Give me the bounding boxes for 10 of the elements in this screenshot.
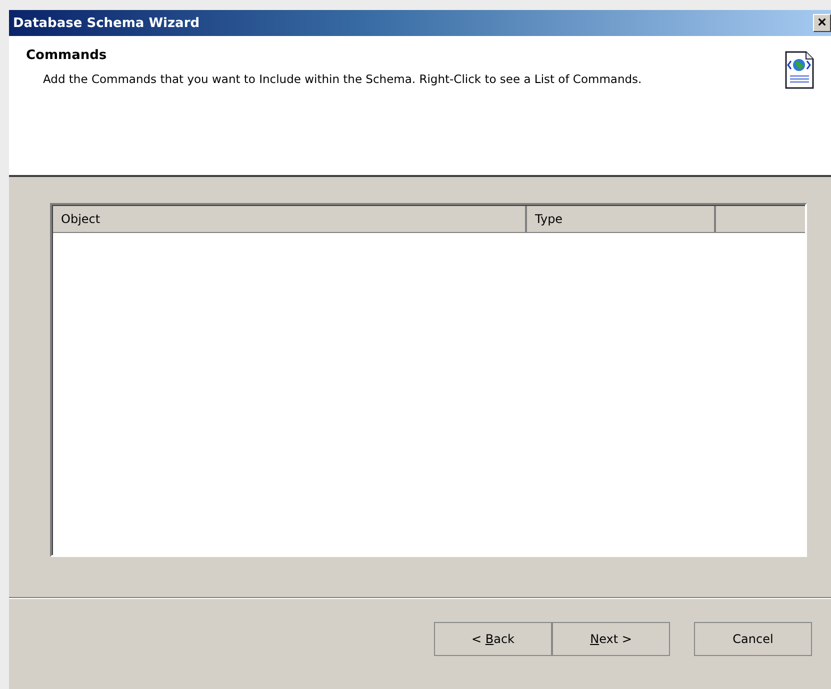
column-header[interactable]: Type [527,206,716,232]
wizard-button[interactable]: Cancel [694,622,812,656]
list-view[interactable]: Object Type [50,203,807,557]
page-title: Commands [26,48,108,63]
window-title: Database Schema Wizard [13,16,200,30]
wizard-button[interactable]: Next > [552,622,670,656]
wizard-button[interactable]: < Back [434,622,552,656]
page-description: Add the Commands that you want to Include within the Schema. Right-Click to see a List of Commands. [43,71,643,88]
close-button[interactable]: × [813,14,831,32]
column-header[interactable]: Object [53,206,527,232]
